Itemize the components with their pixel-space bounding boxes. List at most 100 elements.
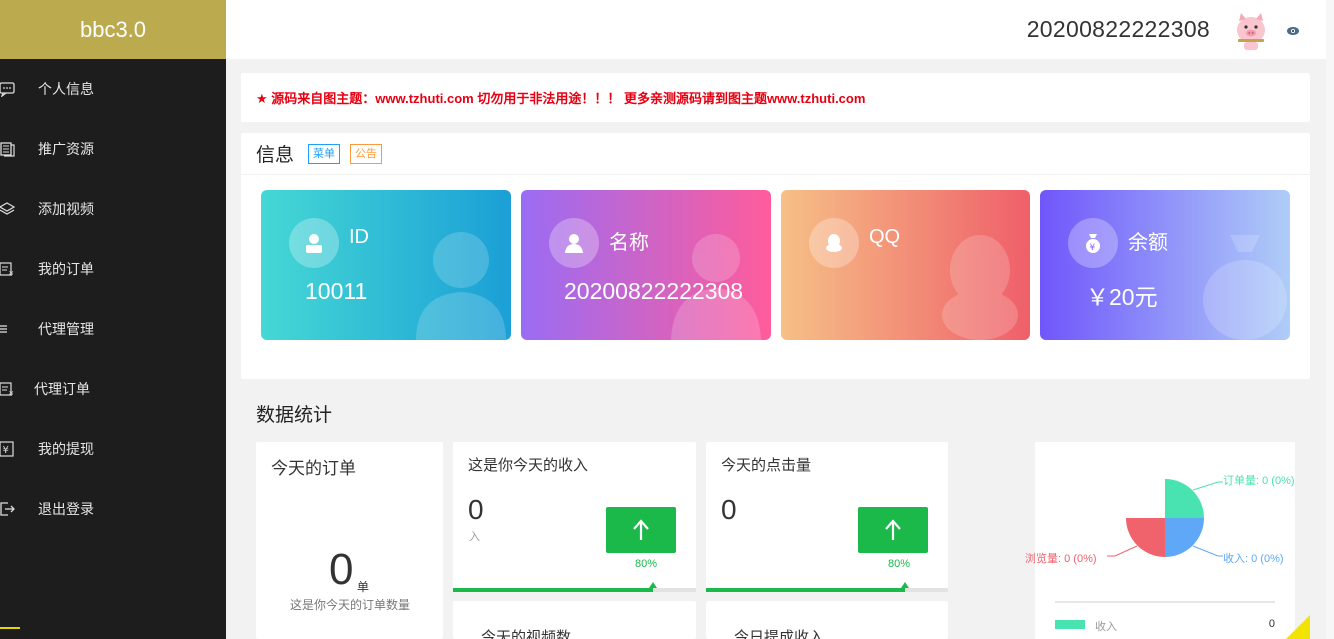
card-title: 这是你今天的收入 (468, 457, 589, 474)
info-title: 信息 (256, 145, 295, 166)
tile-id: ID 10011 (261, 190, 511, 340)
user-silhouette-icon (416, 232, 506, 340)
sidebar-item-label: 推广资源 (38, 141, 94, 157)
pie-slice-2[interactable] (1126, 518, 1165, 557)
income-sub: 入 (469, 531, 480, 543)
tag-notice[interactable]: 公告 (350, 143, 383, 164)
stack-icon (0, 140, 16, 158)
orders-today-value: 0 (329, 545, 354, 594)
clicks-percent: 80% (888, 558, 911, 570)
tile-value: ￥20元 (1086, 284, 1158, 310)
sidebar-item-label: 我的订单 (38, 261, 94, 277)
pie-leader-line-1 (1192, 545, 1223, 557)
svg-text:¥: ¥ (1090, 243, 1096, 253)
withdraw-today-card: 今日提成收入 (706, 601, 948, 639)
orders-today-card: 今天的订单 0 单 这是你今天的订单数量 (256, 442, 443, 639)
videos-today-card: 今天的视频数 (453, 601, 696, 639)
scrollbar[interactable] (1326, 0, 1334, 639)
clicks-up-button[interactable] (858, 507, 928, 553)
info-tiles: ID 10011 名称 20200822222308 QQ ¥ 余额 ￥20元 (261, 190, 1290, 340)
tile-label: ID (349, 226, 369, 248)
sidebar-indicator (0, 627, 20, 629)
income-percent: 80% (635, 558, 658, 570)
sidebar-item-label: 代理订单 (34, 381, 90, 397)
tag-menu[interactable]: 菜单 (308, 143, 341, 164)
pie-label-orders: 订单量: 0 (0%) (1223, 475, 1295, 487)
sidebar-item-label: 我的提现 (38, 441, 94, 457)
income-progress-pin (649, 582, 657, 588)
income-progress (453, 582, 696, 592)
pie-slice-1[interactable] (1165, 518, 1204, 557)
sidebar-item-label: 个人信息 (38, 81, 94, 97)
top-header: 20200822222308 (226, 0, 1334, 59)
stats-title: 数据统计 (256, 405, 333, 426)
pie-label-income: 收入: 0 (0%) (1223, 553, 1284, 565)
tile-qq: QQ (781, 190, 1030, 340)
user-icon (289, 218, 339, 268)
tile-balance: ¥ 余额 ￥20元 (1040, 190, 1290, 340)
income-value: 0 (468, 494, 484, 525)
sidebar-item-logout[interactable]: 退出登录 (0, 479, 226, 539)
svg-text:¥: ¥ (3, 445, 9, 456)
tile-name: 名称 20200822222308 (521, 190, 771, 340)
pig-avatar-icon[interactable] (1230, 10, 1272, 52)
sidebar-item-label: 代理管理 (38, 321, 94, 337)
sidebar-item-withdraw[interactable]: ¥ 我的提现 (0, 419, 226, 479)
eye-icon[interactable] (1286, 24, 1300, 36)
withdraw-icon: ¥ (0, 440, 16, 458)
legend-value: 0 (1268, 618, 1275, 630)
sidebar-item-profile[interactable]: 个人信息 (0, 59, 226, 119)
arrow-up-icon (633, 519, 649, 540)
legend-label: 收入 (1095, 621, 1117, 633)
pie-slice-0[interactable] (1165, 479, 1204, 518)
clicks-progress-pin (901, 582, 909, 588)
chat-icon (0, 80, 16, 98)
sidebar-item-label: 退出登录 (38, 501, 94, 517)
order-icon: ¥ (0, 380, 16, 398)
list-icon (0, 320, 16, 338)
clicks-progress (706, 582, 948, 592)
sidebar-item-agent-orders[interactable]: ¥ 代理订单 (0, 359, 226, 419)
layers-icon (0, 200, 16, 218)
info-header: 信息 菜单 公告 (241, 133, 1310, 175)
income-today-card: 这是你今天的收入 0 入 80% (453, 442, 696, 592)
person-icon (549, 218, 599, 268)
sidebar-item-agent-manage[interactable]: 代理管理 (0, 299, 226, 359)
sidebar-item-my-orders[interactable]: ¥ 我的订单 (0, 239, 226, 299)
svg-text:¥: ¥ (9, 390, 14, 397)
tile-value: 20200822222308 (564, 278, 744, 304)
tile-label: QQ (869, 226, 901, 248)
notice-banner: ★ 源码来自图主题：www.tzhuti.com 切勿用于非法用途！！！ 更多亲… (241, 73, 1310, 122)
qq-silhouette-icon (942, 235, 1018, 340)
clicks-today-card: 今天的点击量 0 80% (706, 442, 948, 592)
orders-caption: 这是你今天的订单数量 (290, 598, 411, 612)
header-username[interactable]: 20200822222308 (1027, 16, 1210, 43)
pie-chart-card: 订单量: 0 (0%) 收入: 0 (0%) 浏览量: 0 (0%) 收入 0 (1025, 442, 1295, 639)
income-up-button[interactable] (606, 507, 676, 553)
orders-unit: 单 (357, 580, 370, 594)
brand-logo: bbc3.0 (0, 0, 226, 59)
corner-marker (1286, 615, 1310, 639)
info-card: 信息 菜单 公告 ID 10011 名称 20200822222308 QQ ¥… (241, 133, 1310, 379)
card-title: 今天的订单 (271, 459, 356, 478)
income-progress-fill (453, 588, 653, 592)
sidebar-nav: 个人信息 推广资源 添加视频 ¥ 我的订单 代理管理 ¥ 代理订单 ¥ 我的提现… (0, 59, 226, 539)
tile-value: 10011 (305, 278, 368, 304)
pie-leader-line-2 (1107, 545, 1138, 557)
tile-label: 余额 (1128, 232, 1168, 254)
sidebar-item-promo[interactable]: 推广资源 (0, 119, 226, 179)
arrow-up-icon (885, 519, 901, 540)
sidebar-item-add-video[interactable]: 添加视频 (0, 179, 226, 239)
qq-icon (809, 218, 859, 268)
pie-label-views: 浏览量: 0 (0%) (1025, 553, 1097, 565)
sidebar: bbc3.0 个人信息 推广资源 添加视频 ¥ 我的订单 代理管理 ¥ 代理订单… (0, 0, 226, 639)
tile-label: 名称 (609, 232, 649, 254)
logout-icon (0, 500, 16, 518)
clicks-value: 0 (721, 494, 737, 525)
card-title: 今天的点击量 (721, 457, 812, 474)
notice-text: ★ 源码来自图主题：www.tzhuti.com 切勿用于非法用途！！！ 更多亲… (256, 91, 866, 106)
legend-swatch (1055, 620, 1085, 629)
pie-leader-line-0 (1192, 481, 1223, 491)
clicks-progress-fill (706, 588, 905, 592)
svg-text:¥: ¥ (9, 270, 14, 277)
